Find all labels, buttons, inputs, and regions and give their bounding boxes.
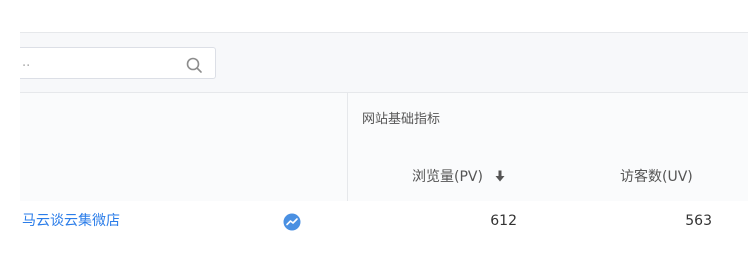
shop-name-link[interactable]: 马云谈云集微店	[22, 211, 120, 231]
arrow-down-icon[interactable]	[495, 170, 505, 182]
data-table: 网站基础指标 浏览量(PV) 访客数(UV) 马云谈云集微店 612 563	[20, 92, 748, 241]
uv-value: 563	[685, 213, 712, 229]
search-box[interactable]: ..	[20, 47, 216, 79]
search-icon[interactable]	[185, 56, 203, 74]
column-header-uv-label: 访客数(UV)	[620, 169, 693, 185]
group-header-title: 网站基础指标	[362, 112, 441, 127]
column-header-uv[interactable]: 访客数(UV)	[620, 167, 693, 187]
toolbar: ..	[20, 32, 748, 93]
pv-value: 612	[490, 213, 517, 229]
column-header-pv-label: 浏览量(PV)	[412, 169, 483, 185]
trend-chart-icon[interactable]	[283, 213, 301, 231]
table-header-left-cell	[20, 153, 348, 202]
search-placeholder[interactable]: ..	[22, 54, 30, 72]
table-row: 马云谈云集微店 612 563	[20, 201, 748, 241]
column-header-pv[interactable]: 浏览量(PV)	[412, 167, 505, 187]
